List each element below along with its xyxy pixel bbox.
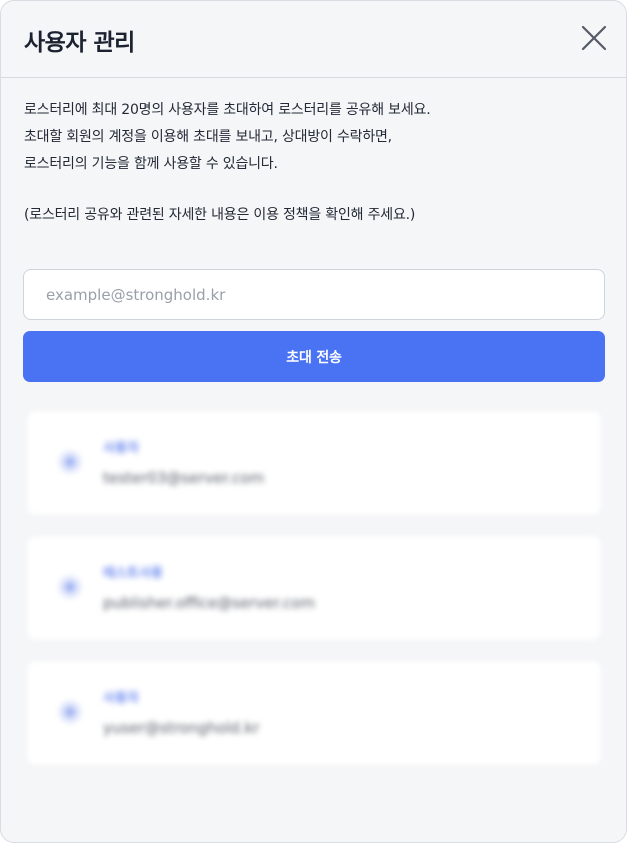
user-avatar-icon (59, 576, 81, 598)
description-line: 로스터리에 최대 20명의 사용자를 초대하여 로스터리를 공유해 보세요. (24, 102, 431, 118)
dialog-title: 사용자 관리 (24, 30, 135, 56)
user-email: publisher.office@server.com (103, 594, 316, 612)
user-name: 테스트사용 (103, 566, 163, 581)
user-email: tester03@server.com (103, 469, 265, 487)
user-avatar-icon (59, 451, 81, 473)
close-icon (581, 25, 607, 51)
user-card[interactable]: 사용자 yuser@stronghold.kr (27, 661, 601, 765)
dialog-header: 사용자 관리 (1, 1, 626, 78)
close-button[interactable] (579, 23, 609, 53)
user-name: 사용자 (103, 691, 139, 706)
dialog-description: 로스터리에 최대 20명의 사용자를 초대하여 로스터리를 공유해 보세요. 초… (24, 97, 604, 229)
policy-note: (로스터리 공유와 관련된 자세한 내용은 이용 정책을 확인해 주세요.) (24, 207, 416, 223)
user-card[interactable]: 사용자 tester03@server.com (27, 411, 601, 515)
user-management-dialog: 사용자 관리 로스터리에 최대 20명의 사용자를 초대하여 로스터리를 공유해… (0, 0, 627, 843)
description-line: 초대할 회원의 계정을 이용해 초대를 보내고, 상대방이 수락하면, (24, 129, 392, 145)
user-list: 사용자 tester03@server.com 테스트사용 publisher.… (27, 411, 601, 786)
description-line: 로스터리의 기능을 함께 사용할 수 있습니다. (24, 156, 278, 172)
send-invite-button[interactable]: 초대 전송 (23, 331, 605, 382)
user-name: 사용자 (103, 441, 139, 456)
email-input[interactable] (23, 269, 605, 320)
user-card[interactable]: 테스트사용 publisher.office@server.com (27, 536, 601, 640)
user-email: yuser@stronghold.kr (103, 719, 260, 737)
user-avatar-icon (59, 701, 81, 723)
